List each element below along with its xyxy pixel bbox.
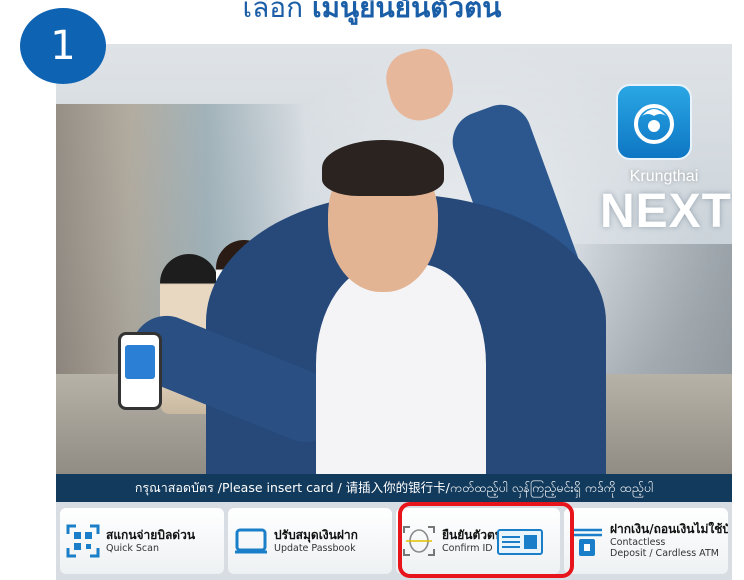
menu-update-passbook-button[interactable]: ปรับสมุดเงินฝาก Update Passbook xyxy=(228,508,392,574)
menu-quick-scan-th: สแกนจ่ายบิลด่วน xyxy=(106,528,196,543)
menu-quick-scan-en: Quick Scan xyxy=(106,542,159,554)
menu-contactless-en1: Contactless xyxy=(610,536,666,548)
step-badge: 1 xyxy=(20,8,106,84)
menu-contactless-button[interactable]: ฝากเงิน/ถอนเงินไม่ใช้บัตร Contactless De… xyxy=(564,508,728,574)
presenter-hair xyxy=(322,140,444,196)
heading-prefix: เลือก xyxy=(242,0,312,24)
cash-deposit-icon xyxy=(572,528,602,556)
menu-contactless-en2: Deposit / Cardless ATM xyxy=(610,548,719,560)
passbook-icon xyxy=(235,528,267,554)
id-card-icon xyxy=(497,529,543,555)
presenter-hand xyxy=(380,44,460,128)
insert-card-banner: กรุณาสอดบัตร /Please insert card / 请插入你的… xyxy=(56,474,732,502)
atm-screen: Krungthai NEXT กรุณาสอดบัตร /Please inse… xyxy=(56,44,732,580)
atm-menu: สแกนจ่ายบิลด่วน Quick Scan ปรับสมุดเงินฝ… xyxy=(56,502,732,580)
menu-update-passbook-en: Update Passbook xyxy=(274,542,356,554)
menu-quick-scan-button[interactable]: สแกนจ่ายบิลด่วน Quick Scan xyxy=(60,508,224,574)
menu-confirm-id-button[interactable]: ยืนยันตัวตน Confirm ID xyxy=(396,508,560,574)
bird-logo-icon xyxy=(634,104,674,144)
qr-scan-icon xyxy=(66,524,100,558)
menu-update-passbook-th: ปรับสมุดเงินฝาก xyxy=(274,528,358,543)
smartphone-icon xyxy=(118,332,162,410)
face-scan-icon xyxy=(403,526,435,556)
page-heading: เลือก เมนูยืนยันตัวตน xyxy=(0,0,744,26)
brand-product: NEXT xyxy=(599,185,732,238)
menu-contactless-th: ฝากเงิน/ถอนเงินไม่ใช้บัตร xyxy=(610,522,728,537)
krungthai-logo-icon xyxy=(616,84,692,160)
heading-emphasis: เมนูยืนยันตัวตน xyxy=(311,0,502,24)
